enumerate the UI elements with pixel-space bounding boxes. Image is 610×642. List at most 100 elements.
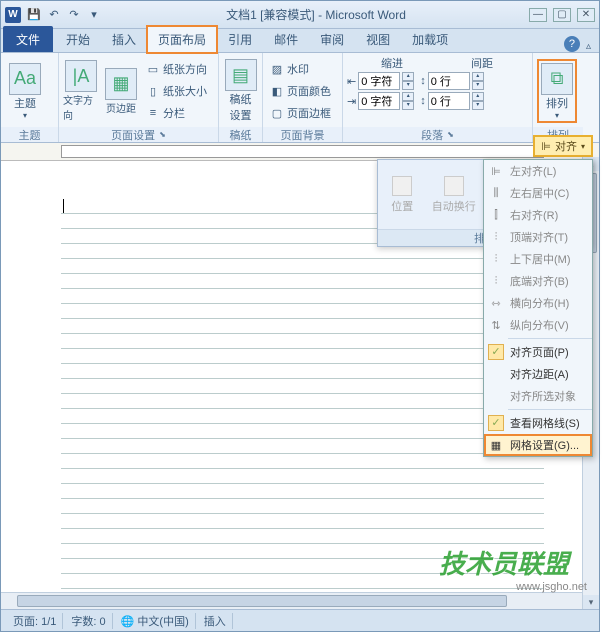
indent-right-input[interactable] <box>358 92 400 110</box>
group-paragraph: 缩进间距 ⇤▴▾ ↕▴▾ ⇥▴▾ ↕▴▾ 段落 <box>343 53 533 142</box>
window-title: 文档1 [兼容模式] - Microsoft Word <box>103 6 529 23</box>
tab-file[interactable]: 文件 <box>3 26 53 52</box>
text-direction-icon: |A <box>65 60 97 92</box>
ribbon: Aa 主题 ▾ 主题 |A 文字方向 ▦ 页边距 ▭纸张方向 ▯纸张大 <box>1 53 599 143</box>
menu-align-margin[interactable]: 对齐边距(A) <box>484 363 592 385</box>
menu-align-page[interactable]: ✓对齐页面(P) <box>484 341 592 363</box>
spacing-after-spinner[interactable]: ▴▾ <box>472 92 484 110</box>
orientation-button[interactable]: ▭纸张方向 <box>143 59 210 79</box>
group-page-background: ▨水印 ◧页面颜色 ▢页面边框 页面背景 <box>263 53 343 142</box>
group-themes: Aa 主题 ▾ 主题 <box>1 53 59 142</box>
status-language[interactable]: 🌐 中文(中国) <box>115 613 196 629</box>
tab-view[interactable]: 视图 <box>355 26 401 52</box>
themes-button[interactable]: Aa 主题 ▾ <box>5 59 45 123</box>
arrange-button[interactable]: ⧉ 排列 ▾ <box>537 59 577 123</box>
minimize-button[interactable]: — <box>529 8 547 22</box>
indent-left-spinner[interactable]: ▴▾ <box>402 72 414 90</box>
papersize-icon: ▯ <box>146 84 160 98</box>
tab-page-layout[interactable]: 页面布局 <box>147 26 217 53</box>
spacing-before-input[interactable] <box>428 72 470 90</box>
group-manuscript-label: 稿纸 <box>219 127 262 142</box>
indent-left-icon: ⇤ <box>347 75 356 88</box>
orientation-icon: ▭ <box>146 62 160 76</box>
tab-references[interactable]: 引用 <box>217 26 263 52</box>
watermark-button[interactable]: ▨水印 <box>267 59 334 79</box>
status-words[interactable]: 字数: 0 <box>65 613 112 629</box>
page-borders-button[interactable]: ▢页面边框 <box>267 103 334 123</box>
menu-align-center-h: ⫼左右居中(C) <box>484 182 592 204</box>
menu-show-gridlines[interactable]: ✓查看网格线(S) <box>484 412 592 434</box>
menu-separator <box>508 338 592 339</box>
help-icon[interactable]: ? <box>564 36 580 52</box>
maximize-button[interactable]: ▢ <box>553 8 571 22</box>
horizontal-scrollbar[interactable] <box>1 592 582 609</box>
tab-review[interactable]: 审阅 <box>309 26 355 52</box>
align-dropdown-button[interactable]: ⊫ 对齐 ▾ <box>533 135 593 157</box>
tab-addins[interactable]: 加载项 <box>401 26 459 52</box>
indent-left-input[interactable] <box>358 72 400 90</box>
gridline <box>61 469 544 484</box>
group-pagesetup-label[interactable]: 页面设置 <box>59 127 218 142</box>
group-themes-label: 主题 <box>1 127 58 142</box>
align-top-icon: ⫶ <box>489 230 503 244</box>
menu-grid-settings[interactable]: ▦网格设置(G)... <box>484 434 592 456</box>
text-cursor <box>63 199 64 213</box>
gridline <box>61 499 544 514</box>
spacing-after-icon: ↕ <box>420 95 426 107</box>
status-bar: 页面: 1/1 字数: 0 🌐 中文(中国) 插入 <box>1 609 599 631</box>
menu-align-left: ⊫左对齐(L) <box>484 160 592 182</box>
tab-mailings[interactable]: 邮件 <box>263 26 309 52</box>
text-direction-button[interactable]: |A 文字方向 <box>63 59 99 123</box>
scroll-thumb-h[interactable] <box>17 595 507 607</box>
save-icon[interactable]: 💾 <box>25 6 43 24</box>
themes-label: 主题 <box>14 95 36 111</box>
check-icon: ✓ <box>488 415 504 431</box>
watermark-url: www.jsgho.net <box>516 581 587 593</box>
status-insert-mode[interactable]: 插入 <box>198 613 233 629</box>
position-icon <box>392 176 412 196</box>
titlebar: W 💾 ↶ ↷ ▾ 文档1 [兼容模式] - Microsoft Word — … <box>1 1 599 29</box>
wrap-icon <box>444 176 464 196</box>
align-middlev-icon: ⫶ <box>489 252 503 266</box>
themes-icon: Aa <box>9 63 41 95</box>
spacing-after-input[interactable] <box>428 92 470 110</box>
collapse-ribbon-icon[interactable]: ▵ <box>586 41 591 52</box>
redo-icon[interactable]: ↷ <box>65 6 83 24</box>
page-color-button[interactable]: ◧页面颜色 <box>267 81 334 101</box>
word-icon: W <box>5 7 21 23</box>
status-page[interactable]: 页面: 1/1 <box>7 613 63 629</box>
gridline <box>61 514 544 529</box>
gridline <box>61 334 544 349</box>
indent-right-spinner[interactable]: ▴▾ <box>402 92 414 110</box>
watermark-logo: 技术员联盟 <box>439 544 569 581</box>
paper-size-button[interactable]: ▯纸张大小 <box>143 81 210 101</box>
scroll-down-icon[interactable]: ▾ <box>583 595 599 609</box>
ribbon-tabs: 文件 开始 插入 页面布局 引用 邮件 审阅 视图 加载项 ? ▵ <box>1 29 599 53</box>
undo-icon[interactable]: ↶ <box>45 6 63 24</box>
gridline <box>61 409 544 424</box>
menu-align-bottom: ⫶底端对齐(B) <box>484 270 592 292</box>
close-button[interactable]: ✕ <box>577 8 595 22</box>
group-manuscript: ▤ 稿纸 设置 稿纸 <box>219 53 263 142</box>
tab-home[interactable]: 开始 <box>55 26 101 52</box>
quick-access-toolbar: 💾 ↶ ↷ ▾ <box>25 6 103 24</box>
qat-dropdown-icon[interactable]: ▾ <box>85 6 103 24</box>
position-button: 位置 <box>391 176 413 214</box>
manuscript-button[interactable]: ▤ 稿纸 设置 <box>223 59 258 123</box>
gridline <box>61 259 544 274</box>
margins-button[interactable]: ▦ 页边距 <box>103 59 139 123</box>
arrange-icon: ⧉ <box>541 63 573 95</box>
spacing-before-spinner[interactable]: ▴▾ <box>472 72 484 90</box>
align-centerh-icon: ⫼ <box>489 186 503 200</box>
watermark-icon: ▨ <box>270 62 284 76</box>
dist-h-icon: ⇿ <box>489 296 503 310</box>
align-icon: ⊫ <box>541 140 551 153</box>
columns-button[interactable]: ≡分栏 <box>143 103 210 123</box>
check-icon: ✓ <box>488 344 504 360</box>
grid-icon: ▦ <box>489 438 503 452</box>
indent-right-icon: ⇥ <box>347 95 356 108</box>
align-menu: ⊫左对齐(L) ⫼左右居中(C) ⫿右对齐(R) ⫶顶端对齐(T) ⫶上下居中(… <box>483 159 593 457</box>
tab-insert[interactable]: 插入 <box>101 26 147 52</box>
group-paragraph-label[interactable]: 段落 <box>343 127 532 142</box>
align-left-icon: ⊫ <box>489 164 503 178</box>
